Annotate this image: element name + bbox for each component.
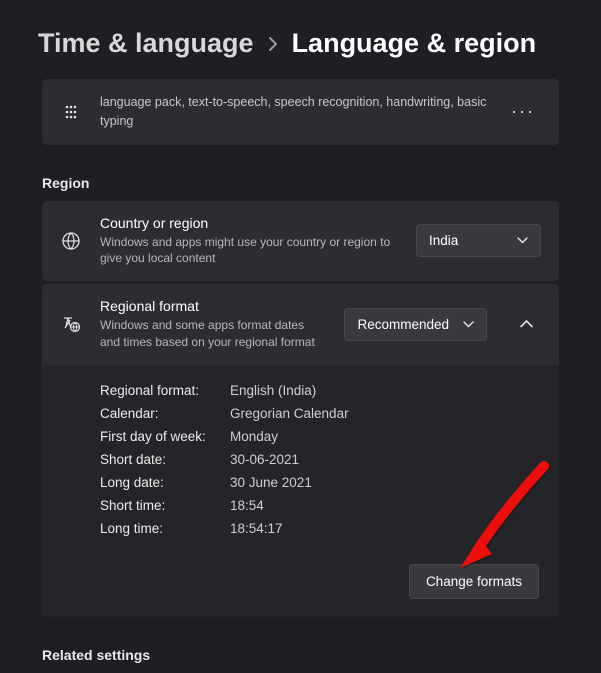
drag-handle-icon[interactable] — [60, 104, 82, 120]
detail-label-short-time: Short time: — [100, 498, 230, 513]
section-title-region: Region — [0, 175, 601, 201]
detail-label-long-time: Long time: — [100, 521, 230, 536]
chevron-down-icon — [517, 237, 528, 244]
regional-format-dropdown[interactable]: Recommended — [344, 308, 487, 341]
regional-format-details: Regional format: English (India) Calenda… — [42, 365, 559, 617]
detail-value-short-date: 30-06-2021 — [230, 452, 541, 467]
language-format-icon — [60, 314, 82, 334]
detail-label-long-date: Long date: — [100, 475, 230, 490]
regional-format-selected: Recommended — [357, 317, 449, 332]
regional-format-row: Regional format Windows and some apps fo… — [42, 284, 559, 365]
chevron-down-icon — [463, 321, 474, 328]
breadcrumb-current: Language & region — [292, 28, 537, 59]
detail-value-long-date: 30 June 2021 — [230, 475, 541, 490]
country-region-title: Country or region — [100, 215, 398, 231]
regional-format-description: Windows and some apps format dates and t… — [100, 317, 326, 351]
detail-value-short-time: 18:54 — [230, 498, 541, 513]
language-item-description: language pack, text-to-speech, speech re… — [100, 93, 487, 131]
regional-format-title: Regional format — [100, 298, 326, 314]
detail-label-short-date: Short date: — [100, 452, 230, 467]
detail-value-long-time: 18:54:17 — [230, 521, 541, 536]
country-region-description: Windows and apps might use your country … — [100, 234, 398, 268]
change-formats-button[interactable]: Change formats — [409, 564, 539, 599]
breadcrumb: Time & language Language & region — [0, 0, 601, 79]
more-options-button[interactable]: ··· — [505, 101, 541, 122]
detail-value-regional-format: English (India) — [230, 383, 541, 398]
globe-icon — [60, 231, 82, 251]
detail-label-first-day: First day of week: — [100, 429, 230, 444]
language-item-card[interactable]: language pack, text-to-speech, speech re… — [42, 79, 559, 145]
country-region-selected: India — [429, 233, 458, 248]
chevron-right-icon — [268, 37, 278, 51]
breadcrumb-parent[interactable]: Time & language — [38, 28, 254, 59]
collapse-button[interactable] — [511, 309, 541, 339]
country-region-row: Country or region Windows and apps might… — [42, 201, 559, 282]
detail-label-calendar: Calendar: — [100, 406, 230, 421]
detail-value-calendar: Gregorian Calendar — [230, 406, 541, 421]
section-title-related-settings: Related settings — [0, 647, 601, 673]
detail-label-regional-format: Regional format: — [100, 383, 230, 398]
country-region-dropdown[interactable]: India — [416, 224, 541, 257]
detail-value-first-day: Monday — [230, 429, 541, 444]
